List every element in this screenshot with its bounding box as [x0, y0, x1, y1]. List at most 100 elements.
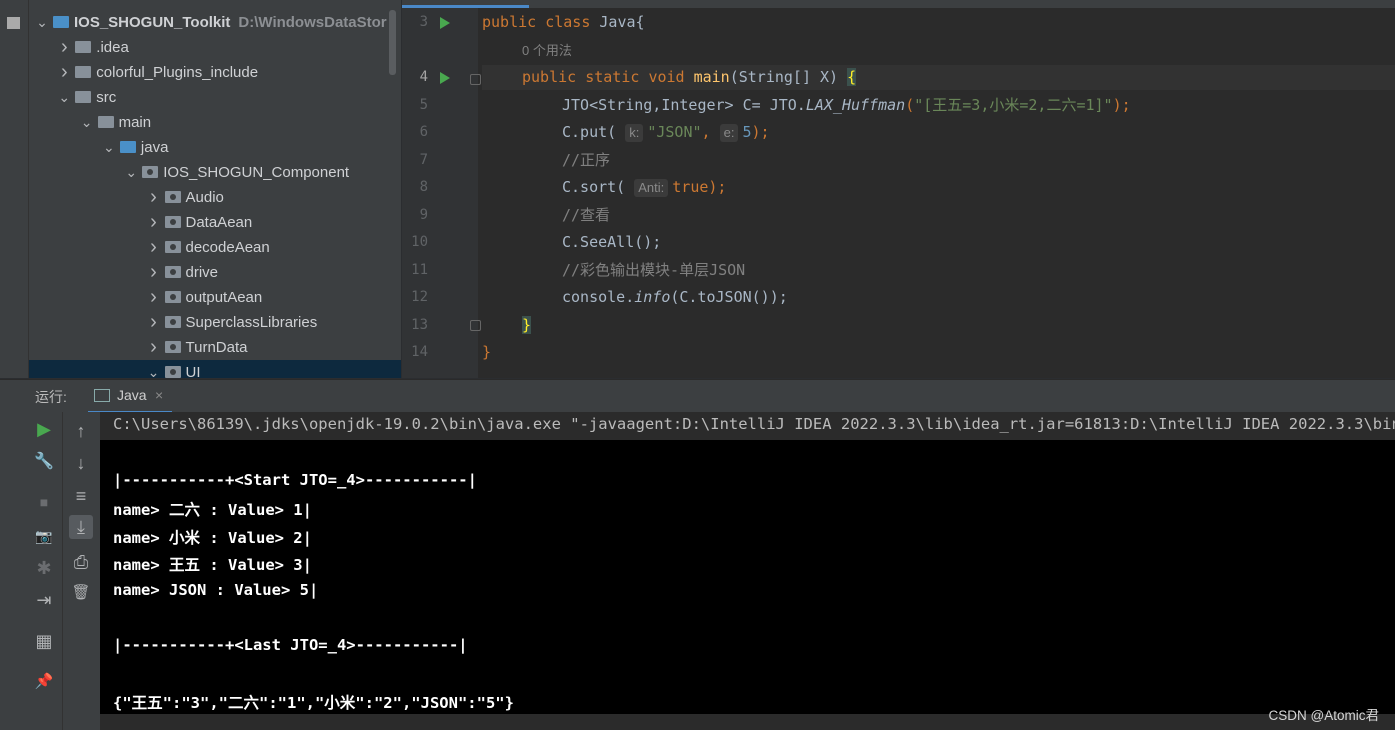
- run-main-icon[interactable]: [440, 72, 450, 84]
- keyword: static: [585, 68, 640, 86]
- chevron-right-icon[interactable]: ›: [147, 260, 161, 285]
- tree-item-main[interactable]: ⌄ main: [29, 110, 401, 135]
- chevron-right-icon[interactable]: ›: [147, 185, 161, 210]
- run-toolbar-right: ↑ ↓ ≡ ⤓ ⎙ 🗑: [62, 412, 100, 730]
- tree-item-ui[interactable]: ⌄ UI: [29, 360, 401, 378]
- bug-icon[interactable]: ✱: [32, 556, 56, 580]
- tree-item--idea[interactable]: › .idea: [29, 35, 401, 60]
- param-hint: k:: [625, 124, 644, 142]
- chevron-down-icon[interactable]: ⌄: [80, 110, 94, 135]
- tree-item-java[interactable]: ⌄ java: [29, 135, 401, 160]
- run-tool-header: 运行: Java ×: [0, 379, 1395, 414]
- project-tool-icon[interactable]: [7, 17, 20, 29]
- code-line-3: public class Java{: [482, 10, 645, 35]
- tree-item-drive[interactable]: › drive: [29, 260, 401, 285]
- tree-item-label: colorful_Plugins_include: [96, 64, 259, 81]
- tree-item-dataaean[interactable]: › DataAean: [29, 210, 401, 235]
- tree-item-label: src: [96, 89, 117, 106]
- output-line: name> 小米 : Value> 2|: [113, 529, 312, 547]
- chevron-down-icon[interactable]: ⌄: [35, 10, 49, 35]
- folder-icon: [75, 66, 92, 78]
- code-line-6: C.put( k: "JSON", e: 5);: [562, 120, 770, 145]
- chevron-right-icon[interactable]: ›: [147, 285, 161, 310]
- module-icon: [53, 16, 69, 28]
- brace: }: [482, 343, 492, 361]
- tree-item-label: TurnData: [185, 339, 248, 356]
- output-line: {"王五":"3","二六":"1","小米":"2","JSON":"5"}: [113, 694, 514, 712]
- line-number: 3: [419, 14, 428, 30]
- paren: );: [751, 123, 770, 141]
- run-toolbar-left: ▶ 🔧 ■ 📷 ✱ ⇥ ▦ 📌: [27, 412, 62, 730]
- tree-item-label: java: [140, 139, 169, 156]
- tree-header: [29, 0, 401, 8]
- code-editor[interactable]: 3 public class Java{ 0 个用法 public static…: [402, 0, 1395, 378]
- package-icon: [164, 241, 181, 253]
- java-command: C:\Users\86139\.jdks\openjdk-19.0.2\bin\…: [113, 415, 1395, 433]
- chevron-down-icon[interactable]: ⌄: [102, 135, 116, 160]
- tree-item-src[interactable]: ⌄ src: [29, 85, 401, 110]
- chevron-right-icon[interactable]: ›: [147, 310, 161, 335]
- fold-marker[interactable]: [470, 74, 481, 85]
- line-number: 5: [419, 97, 428, 113]
- tree-item-label: IOS_SHOGUN_Toolkit: [74, 14, 231, 31]
- chevron-right-icon[interactable]: ›: [57, 60, 71, 85]
- usage-hint[interactable]: 0 个用法: [522, 43, 572, 58]
- watermark: CSDN @Atomic君: [1268, 708, 1379, 723]
- scroll-to-end-icon[interactable]: ⤓: [69, 515, 93, 539]
- method-name: main: [693, 68, 730, 86]
- arrow-down-icon[interactable]: ↓: [69, 451, 93, 475]
- pin-icon[interactable]: 📌: [32, 670, 56, 694]
- console-output[interactable]: |-----------+<Start JTO=_4>-----------| …: [100, 440, 1395, 714]
- folder-icon: [75, 41, 92, 53]
- run-class-icon[interactable]: [440, 17, 450, 29]
- tree-item-ios-shogun-toolkit[interactable]: ⌄ IOS_SHOGUN_Toolkit D:\WindowsDataStor: [29, 10, 401, 35]
- chevron-right-icon[interactable]: ›: [57, 35, 71, 60]
- tree-item-ios-shogun-component[interactable]: ⌄ IOS_SHOGUN_Component: [29, 160, 401, 185]
- output-line: name> 二六 : Value> 1|: [113, 501, 312, 519]
- tree-item-turndata[interactable]: › TurnData: [29, 335, 401, 360]
- paren: );: [1112, 96, 1131, 114]
- code-line-4: public static void main(String[] X) {: [482, 65, 1395, 90]
- tree-item-label: IOS_SHOGUN_Component: [163, 164, 350, 181]
- tree-item-decodeaean[interactable]: › decodeAean: [29, 235, 401, 260]
- code-comment: //正序: [562, 151, 611, 169]
- tree-scrollbar[interactable]: [389, 10, 396, 75]
- camera-icon[interactable]: 📷: [32, 524, 56, 548]
- tree-item-colorful-plugins-include[interactable]: › colorful_Plugins_include: [29, 60, 401, 85]
- exit-icon[interactable]: ⇥: [32, 588, 56, 612]
- chevron-down-icon[interactable]: ⌄: [124, 160, 138, 185]
- line-number: 10: [411, 234, 428, 250]
- chevron-right-icon[interactable]: ›: [147, 210, 161, 235]
- run-tab-java[interactable]: Java ×: [88, 380, 172, 414]
- rerun-icon[interactable]: ▶: [32, 417, 56, 441]
- brace: }: [522, 316, 532, 334]
- chevron-down-icon[interactable]: ⌄: [57, 85, 71, 110]
- output-line: |-----------+<Start JTO=_4>-----------|: [113, 471, 477, 489]
- console-icon: [94, 389, 110, 402]
- fold-marker[interactable]: [470, 320, 481, 331]
- boolean-literal: true: [672, 178, 709, 196]
- chevron-down-icon[interactable]: ⌄: [147, 360, 161, 378]
- print-icon[interactable]: ⎙: [69, 550, 93, 574]
- paren: );: [708, 178, 727, 196]
- soft-wrap-icon[interactable]: ≡: [69, 484, 93, 508]
- static-method: info: [634, 288, 671, 306]
- arrow-up-icon[interactable]: ↑: [69, 419, 93, 443]
- output-line: name> JSON : Value> 5|: [113, 581, 319, 599]
- tree-item-audio[interactable]: › Audio: [29, 185, 401, 210]
- stop-icon[interactable]: ■: [32, 490, 56, 514]
- chevron-right-icon[interactable]: ›: [147, 235, 161, 260]
- tree-item-outputaean[interactable]: › outputAean: [29, 285, 401, 310]
- project-tree: ⌄ IOS_SHOGUN_Toolkit D:\WindowsDataStor › .i…: [29, 0, 401, 378]
- console-command-line: C:\Users\86139\.jdks\openjdk-19.0.2\bin\…: [100, 412, 1395, 440]
- tree-item-label: main: [118, 114, 152, 131]
- tree-item-superclasslibraries[interactable]: › SuperclassLibraries: [29, 310, 401, 335]
- trash-icon[interactable]: 🗑: [69, 581, 93, 605]
- code-comment: //彩色输出模块-单层JSON: [562, 261, 746, 279]
- run-tab-label: Java: [117, 387, 147, 403]
- chevron-right-icon[interactable]: ›: [147, 335, 161, 360]
- close-icon[interactable]: ×: [155, 387, 163, 403]
- layout-icon[interactable]: ▦: [32, 629, 56, 653]
- wrench-icon[interactable]: 🔧: [32, 450, 56, 474]
- line-number: 13: [411, 317, 428, 333]
